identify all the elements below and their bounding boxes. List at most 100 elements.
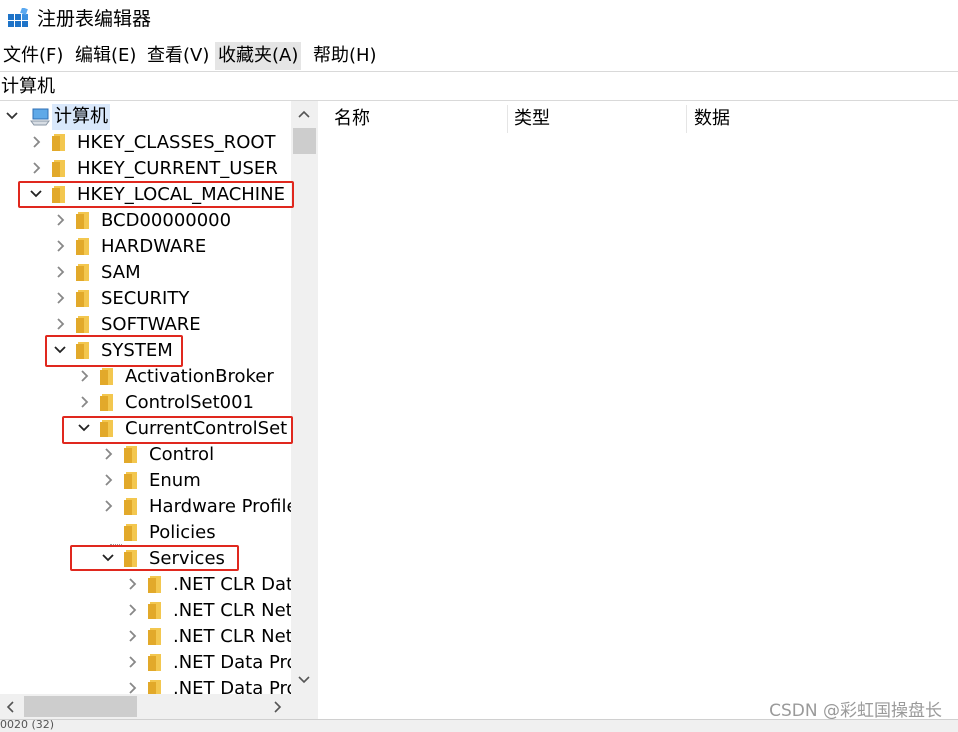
tree-item-label[interactable]: Control (149, 442, 214, 468)
tree-item[interactable]: HKEY_CURRENT_USER (0, 156, 300, 182)
tree-item-label[interactable]: HKEY_CURRENT_USER (77, 156, 278, 182)
tree-item[interactable]: Control (0, 442, 300, 468)
tree-root-row[interactable]: 计算机 (0, 104, 300, 130)
chevron-right-icon[interactable] (101, 447, 115, 461)
chevron-right-icon[interactable] (125, 681, 139, 695)
chevron-right-icon[interactable] (29, 135, 43, 149)
tree-item[interactable]: HKEY_LOCAL_MACHINE (0, 182, 300, 208)
tree-item[interactable]: BCD00000000 (0, 208, 300, 234)
folder-icon (52, 186, 65, 203)
chevron-right-icon[interactable] (125, 577, 139, 591)
tree-item-label[interactable]: HARDWARE (101, 234, 206, 260)
chevron-right-icon[interactable] (77, 395, 91, 409)
column-header-type[interactable]: 类型 (514, 105, 550, 133)
tree-item-label[interactable]: Services (149, 546, 225, 572)
chevron-right-icon[interactable] (53, 291, 67, 305)
folder-icon (76, 290, 89, 307)
tree-root-label[interactable]: 计算机 (52, 104, 110, 130)
chevron-down-icon[interactable] (53, 343, 67, 357)
address-path[interactable]: 计算机 (1, 75, 55, 99)
folder-icon (124, 446, 137, 463)
tree-item[interactable]: Enum (0, 468, 300, 494)
tree-item-label[interactable]: ActivationBroker (125, 364, 274, 390)
computer-icon (30, 108, 50, 126)
tree-item[interactable]: Hardware Profiles (0, 494, 307, 520)
tree-item-label[interactable]: HKEY_CLASSES_ROOT (77, 130, 276, 156)
tree-item-label[interactable]: SECURITY (101, 286, 189, 312)
scroll-up-icon[interactable] (297, 108, 311, 122)
chevron-right-icon[interactable] (125, 603, 139, 617)
tree-item[interactable]: HARDWARE (0, 234, 300, 260)
tree-item-label[interactable]: SYSTEM (101, 338, 173, 364)
tree-item-label[interactable]: BCD00000000 (101, 208, 231, 234)
menu-file[interactable]: 文件(F) (0, 42, 66, 70)
tree-item[interactable]: CurrentControlSet (0, 416, 300, 442)
chevron-down-icon[interactable] (77, 421, 91, 435)
scroll-left-icon[interactable] (4, 700, 16, 714)
tree-item[interactable]: .NET CLR Data (0, 572, 304, 598)
tree-horizontal-scrollbar[interactable] (0, 694, 318, 719)
column-separator[interactable] (686, 105, 687, 133)
folder-icon (124, 498, 137, 515)
chevron-down-icon[interactable] (29, 187, 43, 201)
menu-edit[interactable]: 编辑(E) (72, 42, 139, 70)
column-header-name[interactable]: 名称 (334, 105, 370, 133)
tree-item[interactable]: SOFTWARE (0, 312, 300, 338)
status-text: 0020 (32) (0, 718, 55, 731)
chevron-down-icon[interactable] (5, 109, 19, 123)
tree-item-label[interactable]: .NET CLR Data (173, 572, 304, 598)
tree-item-label[interactable]: Enum (149, 468, 201, 494)
column-header-data[interactable]: 数据 (694, 105, 730, 133)
menu-help[interactable]: 帮助(H) (310, 42, 380, 70)
chevron-right-icon[interactable] (101, 499, 115, 513)
horizontal-scroll-thumb[interactable] (24, 696, 137, 717)
tree-item-label[interactable]: ControlSet001 (125, 390, 254, 416)
tree-item-label[interactable]: SAM (101, 260, 141, 286)
vertical-scroll-thumb[interactable] (293, 128, 316, 154)
folder-icon (52, 134, 65, 151)
tree-item[interactable]: Policies (0, 520, 300, 546)
tree-item[interactable]: HKEY_CLASSES_ROOT (0, 130, 300, 156)
tree-item-label[interactable]: CurrentControlSet (125, 416, 287, 442)
chevron-right-icon[interactable] (125, 629, 139, 643)
chevron-right-icon[interactable] (77, 369, 91, 383)
tree-item[interactable]: SYSTEM (0, 338, 300, 364)
tree-item-label[interactable]: SOFTWARE (101, 312, 201, 338)
column-separator[interactable] (507, 105, 508, 133)
chevron-right-icon[interactable] (53, 239, 67, 253)
menu-favorites[interactable]: 收藏夹(A) (215, 42, 302, 70)
folder-icon (148, 602, 161, 619)
tree-item[interactable]: SAM (0, 260, 300, 286)
tree-item[interactable]: SECURITY (0, 286, 300, 312)
chevron-right-icon[interactable] (53, 213, 67, 227)
folder-icon (148, 654, 161, 671)
values-list-pane[interactable]: 名称 类型 数据 (326, 101, 958, 719)
tree-item[interactable]: ControlSet001 (0, 390, 300, 416)
folder-icon (100, 420, 113, 437)
chevron-right-icon[interactable] (53, 265, 67, 279)
tree-item[interactable]: ActivationBroker (0, 364, 300, 390)
chevron-down-icon[interactable] (101, 551, 115, 565)
tree-item[interactable]: .NET CLR Networking 4.0.0.0 (0, 624, 317, 650)
folder-icon (76, 316, 89, 333)
tree-item[interactable]: .NET Data Provider for Oracle (0, 650, 317, 676)
folder-icon (76, 264, 89, 281)
tree-item[interactable]: .NET CLR Networking (0, 598, 317, 624)
scroll-down-icon[interactable] (297, 672, 311, 686)
folder-icon (76, 212, 89, 229)
tree-vertical-scrollbar[interactable] (291, 101, 318, 694)
tree-item-label[interactable]: Hardware Profiles (149, 494, 307, 520)
chevron-right-icon[interactable] (125, 655, 139, 669)
chevron-right-icon[interactable] (53, 317, 67, 331)
tree-item[interactable]: Services (0, 546, 300, 572)
watermark: CSDN @彩虹国操盘长 (769, 701, 942, 721)
scroll-right-icon[interactable] (272, 700, 284, 714)
title-bar: 注册表编辑器 (0, 0, 958, 38)
menu-view[interactable]: 查看(V) (144, 42, 212, 70)
chevron-right-icon[interactable] (29, 161, 43, 175)
chevron-right-icon[interactable] (101, 473, 115, 487)
address-bar[interactable]: 计算机 (0, 71, 958, 101)
menu-bar: 文件(F) 编辑(E) 查看(V) 收藏夹(A) 帮助(H) (0, 40, 958, 70)
tree-item-label[interactable]: HKEY_LOCAL_MACHINE (77, 182, 285, 208)
tree-item-label[interactable]: Policies (149, 520, 216, 546)
